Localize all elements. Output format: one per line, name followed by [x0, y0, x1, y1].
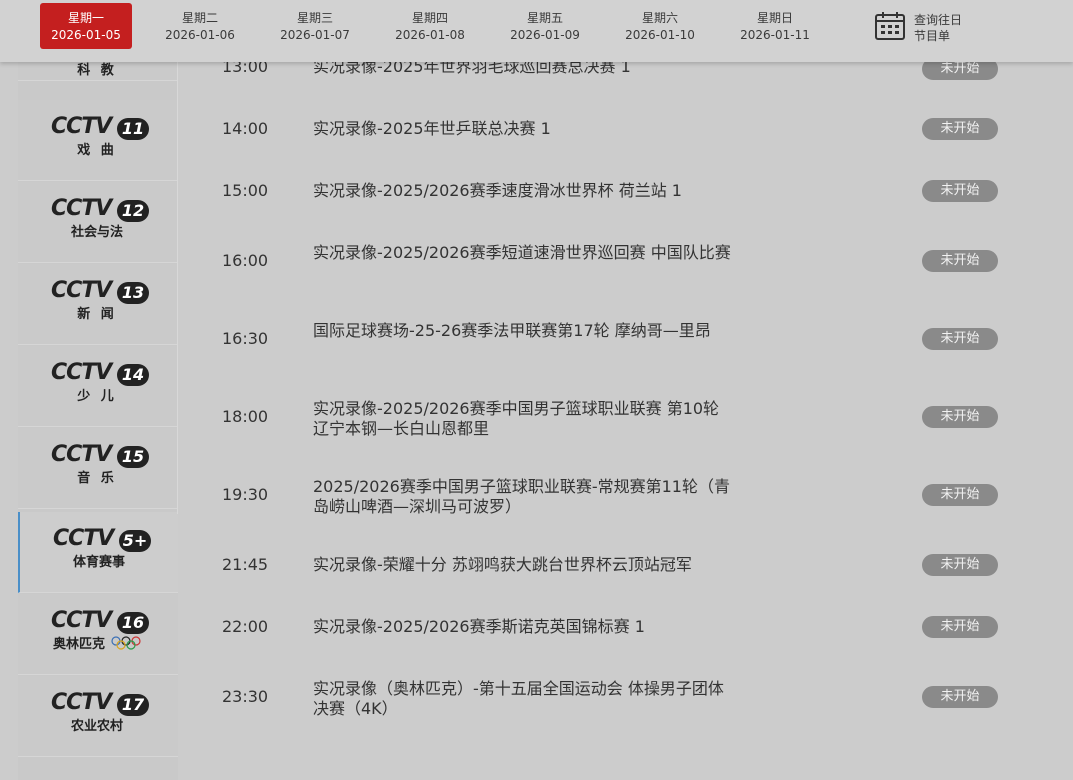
program-title[interactable]: 实况录像-2025/2026赛季速度滑冰世界杯 荷兰站 1 — [313, 181, 731, 201]
tab-weekday: 星期四 — [411, 11, 448, 25]
channel-number: 12 — [117, 200, 149, 222]
tab-weekday: 星期三 — [296, 11, 333, 25]
program-title[interactable]: 实况录像-2025/2026赛季短道速滑世界巡回赛 中国队比赛 — [313, 243, 731, 263]
channel-logo: CCTV 5+ 体育赛事 — [53, 526, 151, 572]
tab-date: 2026-01-05 — [51, 28, 121, 42]
status-badge: 未开始 — [922, 616, 998, 638]
channel-number: 15 — [117, 446, 149, 468]
olympic-rings-icon — [111, 636, 141, 650]
channel-item-16[interactable]: CCTV 16 奥林匹克 — [18, 594, 178, 675]
calendar-icon — [875, 12, 905, 40]
channel-logo: CCTV 16 奥林匹克 — [51, 608, 149, 654]
status-badge: 未开始 — [922, 686, 998, 708]
tab-day-wed[interactable]: 星期三 2026-01-07 — [269, 3, 361, 48]
history-label-line1: 查询往日 — [914, 13, 963, 27]
program-title[interactable]: 实况录像-荣耀十分 苏翊鸣获大跳台世界杯云顶站冠军 — [313, 555, 793, 575]
tab-weekday: 星期五 — [526, 11, 563, 25]
tab-weekday: 星期日 — [756, 11, 793, 25]
channel-item-17[interactable]: CCTV 17 农业农村 — [18, 676, 178, 757]
channel-brand: CCTV — [51, 442, 112, 467]
channel-logo: CCTV 13 新 闻 — [51, 278, 149, 324]
channel-item-13[interactable]: CCTV 13 新 闻 — [18, 264, 178, 345]
status-badge: 未开始 — [922, 328, 998, 350]
tab-day-mon[interactable]: 星期一 2026-01-05 — [40, 3, 132, 49]
program-time: 19:30 — [222, 485, 269, 504]
tab-day-fri[interactable]: 星期五 2026-01-09 — [499, 3, 591, 48]
channel-logo: CCTV 15 音 乐 — [51, 442, 149, 488]
status-badge: 未开始 — [922, 180, 998, 202]
channel-brand: CCTV — [51, 360, 112, 385]
status-badge: 未开始 — [922, 250, 998, 272]
tab-date: 2026-01-07 — [280, 28, 350, 42]
channel-logo: CCTV 11 戏 曲 — [51, 114, 149, 160]
tab-day-tue[interactable]: 星期二 2026-01-06 — [154, 3, 246, 48]
date-tab-bar: 星期一 2026-01-05 星期二 2026-01-06 星期三 2026-0… — [0, 0, 1073, 62]
channel-brand: CCTV — [51, 608, 112, 633]
program-time: 22:00 — [222, 617, 269, 636]
channel-name: 音 乐 — [77, 471, 117, 486]
channel-number: 13 — [117, 282, 149, 304]
channel-logo: CCTV 14 少 儿 — [51, 360, 149, 406]
sidebar-divider — [177, 62, 178, 514]
tab-weekday: 星期二 — [181, 11, 218, 25]
program-title[interactable]: 实况录像-2025/2026赛季中国男子篮球职业联赛 第10轮 辽宁本钢—长白山… — [313, 399, 731, 439]
channel-item-11[interactable]: CCTV 11 戏 曲 — [18, 100, 178, 181]
program-time: 23:30 — [222, 687, 269, 706]
channel-item-12[interactable]: CCTV 12 社会与法 — [18, 182, 178, 263]
channel-item-15[interactable]: CCTV 15 音 乐 — [18, 428, 178, 509]
channel-name: 体育赛事 — [72, 555, 125, 570]
channel-name: 农业农村 — [70, 719, 123, 734]
status-badge: 未开始 — [922, 406, 998, 428]
channel-item-14[interactable]: CCTV 14 少 儿 — [18, 346, 178, 427]
channel-number: 16 — [117, 612, 149, 634]
program-title[interactable]: 国际足球赛场-25-26赛季法甲联赛第17轮 摩纳哥—里昂 — [313, 321, 731, 341]
tab-date: 2026-01-11 — [740, 28, 810, 42]
channel-name: 少 儿 — [77, 389, 117, 404]
history-schedule-button[interactable]: 查询往日 节目单 — [874, 10, 994, 50]
program-time: 21:45 — [222, 555, 269, 574]
tab-day-thu[interactable]: 星期四 2026-01-08 — [384, 3, 476, 48]
status-badge: 未开始 — [922, 554, 998, 576]
channel-brand: CCTV — [51, 690, 112, 715]
channel-brand: CCTV — [51, 196, 112, 221]
channel-brand: CCTV — [51, 114, 112, 139]
tab-date: 2026-01-06 — [165, 28, 235, 42]
tab-date: 2026-01-08 — [395, 28, 465, 42]
channel-number: 5+ — [119, 530, 151, 552]
program-title[interactable]: 实况录像（奥林匹克）-第十五届全国运动会 体操男子团体决赛（4K） — [313, 679, 731, 719]
program-time: 16:00 — [222, 251, 269, 270]
tab-weekday: 星期六 — [641, 11, 678, 25]
channel-number: 14 — [117, 364, 149, 386]
channel-logo: CCTV 17 农业农村 — [51, 690, 149, 736]
tab-date: 2026-01-10 — [625, 28, 695, 42]
status-badge: 未开始 — [922, 118, 998, 140]
program-time: 16:30 — [222, 329, 269, 348]
channel-logo: CCTV 12 社会与法 — [51, 196, 149, 242]
status-badge: 未开始 — [922, 484, 998, 506]
program-title[interactable]: 2025/2026赛季中国男子篮球职业联赛-常规赛第11轮（青岛崂山啤酒—深圳马… — [313, 477, 731, 517]
history-label: 查询往日 节目单 — [914, 12, 962, 44]
channel-item-5plus[interactable]: CCTV 5+ 体育赛事 — [18, 512, 178, 593]
history-label-line2: 节目单 — [914, 29, 951, 43]
tab-day-sat[interactable]: 星期六 2026-01-10 — [614, 3, 706, 48]
channel-name: 社会与法 — [70, 225, 123, 240]
tab-weekday: 星期一 — [67, 11, 104, 25]
tab-date: 2026-01-09 — [510, 28, 580, 42]
channel-name: 戏 曲 — [77, 143, 117, 158]
program-time: 15:00 — [222, 181, 269, 200]
channel-brand: CCTV — [53, 526, 114, 551]
program-time: 18:00 — [222, 407, 269, 426]
tab-day-sun[interactable]: 星期日 2026-01-11 — [729, 3, 821, 48]
channel-brand: CCTV — [51, 278, 112, 303]
program-time: 14:00 — [222, 119, 269, 138]
program-title[interactable]: 实况录像-2025年世乒联总决赛 1 — [313, 119, 731, 139]
channel-name: 新 闻 — [77, 307, 117, 322]
channel-sidebar: 科 教 CCTV 11 戏 曲 CCTV 12 社会与法 CCTV 13 新 闻… — [18, 0, 178, 780]
program-title[interactable]: 实况录像-2025/2026赛季斯诺克英国锦标赛 1 — [313, 617, 793, 637]
channel-number: 11 — [117, 118, 149, 140]
channel-number: 17 — [117, 694, 149, 716]
